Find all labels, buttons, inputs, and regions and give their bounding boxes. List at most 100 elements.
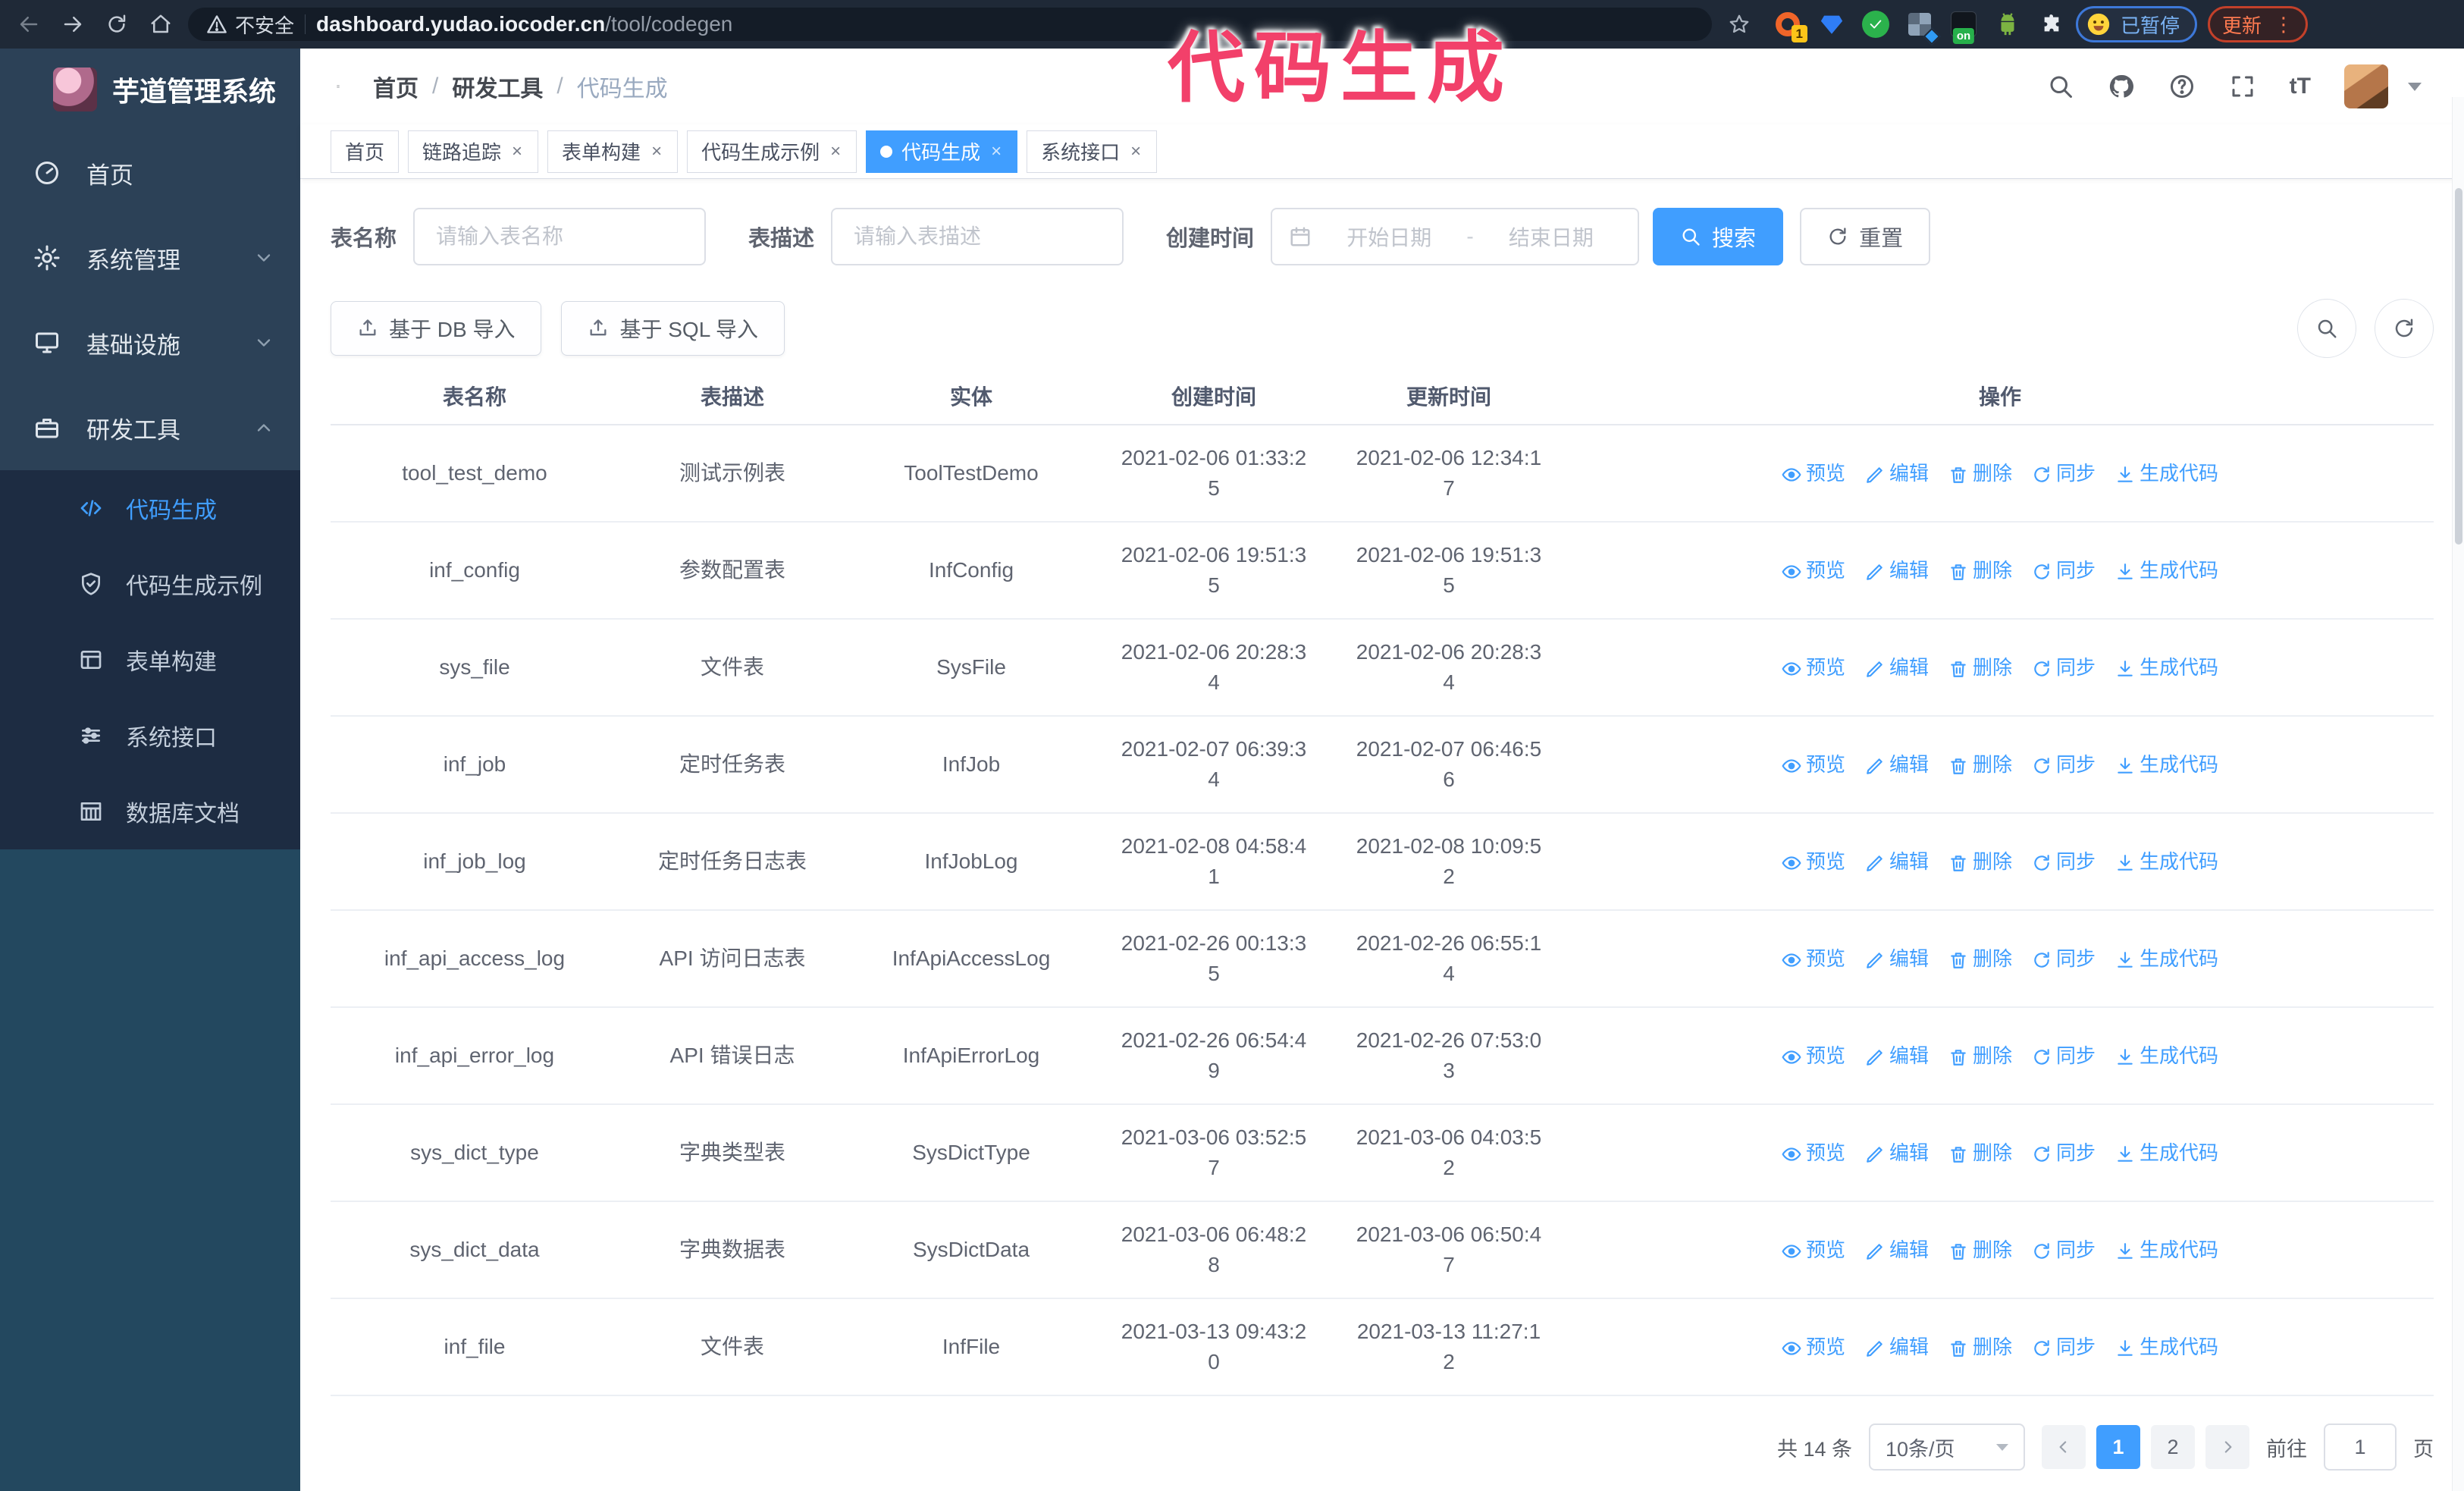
tab-close-icon[interactable]: ×	[829, 141, 842, 162]
action-eye-link[interactable]: 预览	[1782, 1336, 1845, 1358]
page-button-1[interactable]: 1	[2096, 1425, 2140, 1469]
action-download-link[interactable]: 生成代码	[2115, 656, 2218, 679]
extension-check-icon[interactable]	[1862, 11, 1889, 38]
action-eye-link[interactable]: 预览	[1782, 656, 1845, 679]
action-sync-link[interactable]: 同步	[2032, 753, 2096, 776]
action-sync-link[interactable]: 同步	[2032, 947, 2096, 970]
next-page-button[interactable]	[2205, 1425, 2249, 1469]
action-download-link[interactable]: 生成代码	[2115, 850, 2218, 873]
action-download-link[interactable]: 生成代码	[2115, 1141, 2218, 1164]
action-edit-link[interactable]: 编辑	[1865, 1044, 1929, 1067]
toggle-search-button[interactable]	[2297, 299, 2356, 358]
action-eye-link[interactable]: 预览	[1782, 559, 1845, 582]
action-download-link[interactable]: 生成代码	[2115, 1336, 2218, 1358]
action-download-link[interactable]: 生成代码	[2115, 462, 2218, 485]
action-edit-link[interactable]: 编辑	[1865, 656, 1929, 679]
action-download-link[interactable]: 生成代码	[2115, 559, 2218, 582]
action-delete-link[interactable]: 删除	[1948, 656, 2012, 679]
sidebar-item-0[interactable]: 首页	[0, 130, 300, 215]
action-sync-link[interactable]: 同步	[2032, 559, 2096, 582]
action-delete-link[interactable]: 删除	[1948, 462, 2012, 485]
search-button[interactable]: 搜索	[1653, 208, 1784, 265]
action-sync-link[interactable]: 同步	[2032, 850, 2096, 873]
action-sync-link[interactable]: 同步	[2032, 1336, 2096, 1358]
tab-close-icon[interactable]: ×	[1129, 141, 1143, 162]
action-sync-link[interactable]: 同步	[2032, 1238, 2096, 1261]
tag-tab-2[interactable]: 表单构建 ×	[547, 130, 679, 173]
sidebar-subitem-3[interactable]: 系统接口	[0, 698, 300, 774]
action-edit-link[interactable]: 编辑	[1865, 850, 1929, 873]
prev-page-button[interactable]	[2042, 1425, 2086, 1469]
browser-forward-button[interactable]	[56, 8, 89, 41]
action-eye-link[interactable]: 预览	[1782, 1141, 1845, 1164]
bookmark-star-icon[interactable]	[1723, 8, 1756, 41]
sidebar-item-1[interactable]: 系统管理	[0, 215, 300, 300]
menu-dots-icon[interactable]: ⋮	[2274, 13, 2293, 36]
action-edit-link[interactable]: 编辑	[1865, 462, 1929, 485]
action-delete-link[interactable]: 删除	[1948, 559, 2012, 582]
action-download-link[interactable]: 生成代码	[2115, 753, 2218, 776]
tag-tab-5[interactable]: 系统接口 ×	[1027, 130, 1158, 173]
breadcrumb-tools[interactable]: 研发工具	[452, 70, 543, 103]
action-eye-link[interactable]: 预览	[1782, 462, 1845, 485]
action-download-link[interactable]: 生成代码	[2115, 1044, 2218, 1067]
extension-dark-icon[interactable]: on	[1950, 11, 1977, 44]
action-delete-link[interactable]: 删除	[1948, 753, 2012, 776]
sidebar-subitem-1[interactable]: 代码生成示例	[0, 546, 300, 622]
action-edit-link[interactable]: 编辑	[1865, 947, 1929, 970]
reset-button[interactable]: 重置	[1800, 208, 1931, 265]
action-eye-link[interactable]: 预览	[1782, 1044, 1845, 1067]
tag-tab-1[interactable]: 链路追踪 ×	[408, 130, 539, 173]
action-eye-link[interactable]: 预览	[1782, 1238, 1845, 1261]
browser-back-button[interactable]	[12, 8, 45, 41]
extension-grid-icon[interactable]	[1906, 11, 1941, 46]
tab-close-icon[interactable]: ×	[989, 141, 1003, 162]
action-eye-link[interactable]: 预览	[1782, 947, 1845, 970]
page-button-2[interactable]: 2	[2151, 1425, 2195, 1469]
hamburger-icon[interactable]	[323, 71, 353, 102]
action-edit-link[interactable]: 编辑	[1865, 1336, 1929, 1358]
sidebar-item-2[interactable]: 基础设施	[0, 300, 300, 385]
user-avatar[interactable]	[2344, 64, 2388, 108]
action-sync-link[interactable]: 同步	[2032, 462, 2096, 485]
goto-page-input[interactable]	[2324, 1424, 2397, 1471]
tab-close-icon[interactable]: ×	[510, 141, 524, 162]
action-delete-link[interactable]: 删除	[1948, 850, 2012, 873]
scrollbar-thumb[interactable]	[2455, 188, 2462, 545]
action-sync-link[interactable]: 同步	[2032, 1141, 2096, 1164]
action-download-link[interactable]: 生成代码	[2115, 1238, 2218, 1261]
date-range-picker[interactable]: 开始日期 - 结束日期	[1271, 208, 1640, 265]
import-sql-button[interactable]: 基于 SQL 导入	[561, 301, 785, 356]
sidebar-item-3[interactable]: 研发工具	[0, 385, 300, 470]
action-eye-link[interactable]: 预览	[1782, 850, 1845, 873]
action-delete-link[interactable]: 删除	[1948, 1141, 2012, 1164]
action-download-link[interactable]: 生成代码	[2115, 947, 2218, 970]
sidebar-subitem-0[interactable]: 代码生成	[0, 470, 300, 546]
fullscreen-icon[interactable]	[2229, 73, 2256, 100]
address-bar[interactable]: 不安全 dashboard.yudao.iocoder.cn/tool/code…	[188, 8, 1712, 41]
refresh-table-button[interactable]	[2375, 299, 2434, 358]
breadcrumb-home[interactable]: 首页	[373, 70, 419, 103]
import-db-button[interactable]: 基于 DB 导入	[331, 301, 542, 356]
extensions-puzzle-icon[interactable]	[2038, 11, 2065, 38]
sidebar-subitem-2[interactable]: 表单构建	[0, 622, 300, 698]
action-edit-link[interactable]: 编辑	[1865, 559, 1929, 582]
table-name-input[interactable]	[413, 208, 707, 265]
tag-tab-3[interactable]: 代码生成示例 ×	[687, 130, 857, 173]
end-date-placeholder[interactable]: 结束日期	[1481, 221, 1621, 252]
action-eye-link[interactable]: 预览	[1782, 753, 1845, 776]
font-size-icon[interactable]: tT	[2290, 74, 2311, 99]
app-logo[interactable]: 芋道管理系统	[0, 49, 300, 130]
extension-adblock-icon[interactable]: 1	[1774, 11, 1807, 42]
action-delete-link[interactable]: 删除	[1948, 947, 2012, 970]
page-size-select[interactable]: 10条/页	[1869, 1424, 2025, 1471]
action-delete-link[interactable]: 删除	[1948, 1044, 2012, 1067]
start-date-placeholder[interactable]: 开始日期	[1319, 221, 1459, 252]
action-delete-link[interactable]: 删除	[1948, 1336, 2012, 1358]
action-sync-link[interactable]: 同步	[2032, 656, 2096, 679]
action-edit-link[interactable]: 编辑	[1865, 1238, 1929, 1261]
browser-reload-button[interactable]	[100, 8, 133, 41]
sidebar-subitem-4[interactable]: 数据库文档	[0, 774, 300, 849]
browser-home-button[interactable]	[144, 8, 177, 41]
tag-tab-4[interactable]: 代码生成 ×	[866, 130, 1018, 173]
